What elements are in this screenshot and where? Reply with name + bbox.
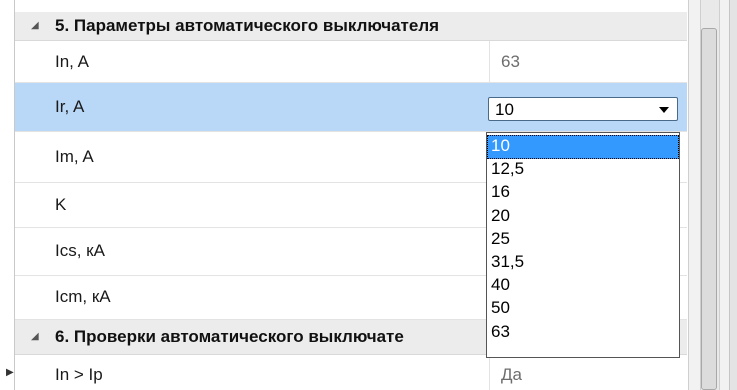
dropdown-option[interactable]: 25 (487, 228, 679, 252)
property-name: In > Ip (55, 365, 103, 384)
property-row-in[interactable]: In, A 63 (15, 41, 687, 83)
property-name: Ir, A (55, 97, 85, 116)
property-name: Icm, кА (55, 287, 111, 306)
collapse-triangle-icon[interactable]: ◢ (31, 20, 39, 31)
expand-arrow-icon[interactable]: ▶ (6, 367, 14, 378)
dropdown-option[interactable]: 10 (487, 135, 679, 159)
column-divider (489, 355, 490, 390)
column-divider (489, 41, 490, 82)
ir-value-combobox[interactable]: 10 (488, 97, 678, 121)
scrollbar-thumb[interactable] (701, 28, 717, 390)
property-row-in-gt-ip[interactable]: ▶ In > Ip Да (6, 355, 687, 390)
category-title: 6. Проверки автоматического выключате (55, 327, 404, 346)
property-value[interactable]: Да (491, 365, 522, 385)
property-name: Im, A (55, 147, 94, 166)
property-name: K (55, 195, 67, 214)
dropdown-option[interactable]: 20 (487, 205, 679, 229)
dropdown-option[interactable]: 40 (487, 274, 679, 298)
category-breaker-parameters[interactable]: ◢ 5. Параметры автоматического выключате… (15, 12, 687, 41)
dropdown-option[interactable]: 50 (487, 297, 679, 321)
dropdown-option[interactable]: 12,5 (487, 158, 679, 182)
dropdown-option[interactable]: 16 (487, 181, 679, 205)
category-title: 5. Параметры автоматического выключателя (55, 16, 440, 35)
property-name: Ics, кА (55, 241, 105, 260)
ir-value-dropdown-list[interactable]: 10 12,5 16 20 25 31,5 40 50 63 (486, 132, 680, 358)
combobox-selected-value: 10 (495, 100, 514, 119)
dropdown-option[interactable]: 63 (487, 321, 679, 345)
dropdown-option[interactable]: 31,5 (487, 251, 679, 275)
property-value[interactable]: 63 (491, 52, 520, 72)
panel-edge (729, 0, 737, 390)
collapse-triangle-icon[interactable]: ◢ (31, 331, 39, 342)
chevron-down-icon[interactable] (659, 107, 669, 113)
property-name: In, A (55, 52, 90, 71)
vertical-scrollbar[interactable] (688, 0, 737, 390)
